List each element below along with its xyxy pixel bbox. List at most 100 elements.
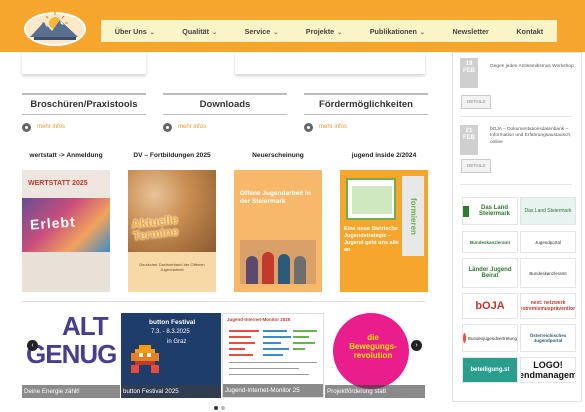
pixel-creature-icon xyxy=(131,345,159,373)
page: Über Uns ⌄ Qualität ⌄ Service ⌄ Projekte ⌄ P… xyxy=(0,0,585,412)
event-title[interactable]: bOJA – Dokumentationsdatenbank – Informa… xyxy=(490,127,576,146)
chevron-down-icon: ⌄ xyxy=(149,29,155,36)
nav-label: Qualität xyxy=(182,26,210,36)
column-title-foerdermoeglichkeiten: Fördermöglichkeiten xyxy=(319,99,413,110)
arrow-circle-icon xyxy=(304,122,313,132)
event-title[interactable]: Gegen jeden Antisemitismus Workshop xyxy=(490,64,576,70)
slide-place: in Graz xyxy=(167,339,187,345)
sponsor-logo-next[interactable]: next: netzwerk extremismusprävention xyxy=(520,293,576,319)
thumbnail-wertstatt[interactable]: WERTSTATT 2025 Erlebt xyxy=(22,170,110,292)
slide-heading-line: Bewegungs- xyxy=(349,342,397,352)
event-date-badge: 19 FEB xyxy=(460,58,478,88)
column-divider xyxy=(22,114,146,115)
column-divider xyxy=(304,93,428,95)
slide-heading-line: die xyxy=(367,333,379,342)
teaser-box xyxy=(235,52,425,74)
sponsor-logo-jugendportal[interactable]: Jugendportal xyxy=(520,231,576,253)
sponsor-logo-land-steiermark-2[interactable]: Das Land Steiermark xyxy=(520,197,576,225)
thumbnail-fortbildungen[interactable]: Aktuelle Termine Deutscher Dachverband d… xyxy=(128,170,216,292)
sponsor-logo-bundesjugendvertretung[interactable]: Bundesjugendvertretung xyxy=(462,324,518,352)
nav-label: Publikationen xyxy=(369,26,417,36)
more-info-link-foerder[interactable]: mehr infos xyxy=(304,121,347,133)
star-icon xyxy=(463,333,466,343)
nav-item-projekte[interactable]: Projekte ⌄ xyxy=(306,27,342,36)
pagination-dot[interactable] xyxy=(221,406,225,410)
chevron-down-icon: ⌄ xyxy=(419,29,425,36)
logo-label: LOGO! jugendmanagement xyxy=(521,360,575,380)
sponsor-logo-laender-jugend-beirat[interactable]: Länder Jugend Beirat xyxy=(462,258,518,288)
slider-prev-arrow-icon[interactable]: ‹ xyxy=(27,340,38,351)
sponsor-logo-boja[interactable]: bOJA xyxy=(462,293,518,319)
event-details-button[interactable]: DETAILS xyxy=(461,95,492,109)
logo-mountain-sun-icon xyxy=(24,12,86,46)
slide-caption: Deine Energie zählt! xyxy=(22,385,120,398)
sidebar-divider xyxy=(460,184,572,185)
sponsor-logo-land-steiermark[interactable]: Das Land Steiermark xyxy=(462,197,518,225)
sponsor-logo-beteiligung-st[interactable]: beteiligung.st xyxy=(462,357,518,383)
slide-bewegungsrevolution[interactable]: die Bewegungs- revolution Projektförderu… xyxy=(325,313,425,398)
arrow-circle-icon xyxy=(22,122,31,132)
nav-label: Service xyxy=(244,26,271,36)
nav-item-ueber-uns[interactable]: Über Uns ⌄ xyxy=(115,27,155,36)
slide-heading: die Bewegungs- revolution xyxy=(343,333,403,361)
more-info-label: mehr infos xyxy=(319,124,348,130)
thumbnail-title: DV – Fortbildungen 2025 xyxy=(133,152,211,159)
event-date-badge: 21 FEB xyxy=(460,125,478,155)
main-navigation: Über Uns ⌄ Qualität ⌄ Service ⌄ Projekte ⌄ P… xyxy=(101,20,557,42)
cover-heading: WERTSTATT 2025 xyxy=(28,180,88,187)
slide-button-festival[interactable]: button Festival 7.3. - 8.3.2025 in Graz … xyxy=(121,313,221,398)
column-title-broschueren: Broschüren/Praxistools xyxy=(30,99,138,110)
sponsor-logo-bundeskanzleramt[interactable]: Bundeskanzleramt xyxy=(462,231,518,253)
column-title-downloads: Downloads xyxy=(199,99,251,110)
column-divider xyxy=(163,93,287,95)
cover-heading: Offene Jugendarbeit in der Steiermark xyxy=(240,190,311,206)
sidebar-divider xyxy=(460,116,572,117)
chevron-down-icon: ⌄ xyxy=(212,29,218,36)
more-info-link-broschueren[interactable]: mehr infos xyxy=(22,121,65,133)
nav-label: Kontakt xyxy=(516,26,544,36)
slide-caption: button Festival 2025 xyxy=(121,385,221,398)
thumbnail-title: jugend inside 2/2024 xyxy=(351,152,417,159)
slide-alt-genug[interactable]: ALT GENUG Deine Energie zählt! xyxy=(22,313,120,398)
nav-item-kontakt[interactable]: Kontakt xyxy=(516,27,543,36)
slide-jugend-internet-monitor[interactable]: Jugend-Internet-Monitor 2025 Jugend-Inte… xyxy=(222,313,324,398)
chevron-down-icon: ⌄ xyxy=(273,29,279,36)
slide-heading: Jugend-Internet-Monitor 2025 xyxy=(227,317,291,322)
nav-label: Projekte xyxy=(305,26,335,36)
cover-subtext: Deutscher Dachverband der Offenen Jugend… xyxy=(139,262,205,272)
sponsor-logo-oesterreichisches-jugendportal[interactable]: Österreichisches Jugendportal xyxy=(520,324,576,352)
teaser-box xyxy=(22,52,146,74)
column-divider xyxy=(22,93,146,95)
arrow-circle-icon xyxy=(163,122,172,132)
slide-heading: GENUG xyxy=(26,339,117,369)
chevron-down-icon: ⌄ xyxy=(337,29,343,36)
cover-side-text: formieren xyxy=(402,176,424,256)
cover-photo xyxy=(346,178,396,220)
sponsor-logo-logo-jugendmanagement[interactable]: LOGO! jugendmanagement xyxy=(520,357,576,383)
section-divider xyxy=(22,301,425,302)
sponsor-logo-bundeskanzleramt-2[interactable]: Bundeskanzleramt xyxy=(520,258,576,288)
nav-item-newsletter[interactable]: Newsletter xyxy=(452,27,488,36)
thumbnail-jugend-inside[interactable]: formieren Eine neue Steirische Jugendstr… xyxy=(340,170,428,292)
pagination-dot[interactable] xyxy=(214,406,218,410)
site-logo[interactable] xyxy=(22,7,88,47)
slide-heading: button Festival xyxy=(149,319,196,326)
slider-pagination xyxy=(214,406,225,410)
nav-item-service[interactable]: Service ⌄ xyxy=(245,27,279,36)
more-info-link-downloads[interactable]: mehr infos xyxy=(163,121,206,133)
slider-next-arrow-icon[interactable]: › xyxy=(411,340,422,351)
column-divider xyxy=(304,114,428,115)
nav-item-publikationen[interactable]: Publikationen ⌄ xyxy=(370,27,425,36)
logo-label: Bundeskanzleramt xyxy=(529,270,567,276)
slide-caption: Projektförderung statt xyxy=(325,385,425,398)
thumbnail-neuerscheinung[interactable]: Offene Jugendarbeit in der Steiermark xyxy=(234,170,322,292)
logo-label: Jugendportal xyxy=(534,239,562,245)
nav-item-qualitaet[interactable]: Qualität ⌄ xyxy=(182,27,217,36)
nav-label: Über Uns xyxy=(114,26,147,36)
logo-label: Bundesjugendvertretung xyxy=(467,335,517,341)
thumbnail-title: wertstatt -> Anmeldung xyxy=(29,152,103,159)
event-details-button[interactable]: DETAILS xyxy=(461,159,492,173)
event-month: FEB xyxy=(463,135,475,142)
event-day: 21 xyxy=(465,128,473,134)
logo-label: Österreichisches Jugendportal xyxy=(529,333,567,343)
